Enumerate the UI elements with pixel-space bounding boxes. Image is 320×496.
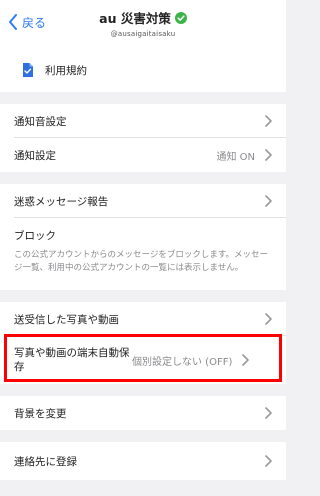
change-background-row[interactable]: 背景を変更 (0, 396, 286, 430)
account-id: @ausaigaitaisaku (110, 30, 176, 38)
title-block: au 災害対策 @ausaigaitaisaku (0, 8, 286, 38)
chevron-right-icon (265, 149, 272, 161)
notification-sound-row[interactable]: 通知音設定 (0, 104, 286, 138)
contacts-section: 連絡先に登録 (0, 442, 286, 480)
page-title: au 災害対策 (99, 11, 171, 26)
document-icon (23, 63, 33, 77)
safety-section: 迷惑メッセージ報告 ブロック この公式アカウントからのメッセージをブロックします… (0, 184, 286, 290)
background-section: 背景を変更 (0, 396, 286, 430)
sent-received-media-label: 送受信した写真や動画 (14, 313, 119, 326)
block-description: この公式アカウントからのメッセージをブロックします。メッセージ一覧、利用中の公式… (14, 250, 268, 273)
chevron-right-icon (265, 115, 272, 127)
notification-settings-row[interactable]: 通知設定 通知 ON (0, 138, 286, 172)
media-section: 送受信した写真や動画 写真や動画の端末自動保存 個別設定しない (OFF) (0, 302, 286, 384)
block-title: ブロック (14, 230, 56, 242)
add-to-contacts-label: 連絡先に登録 (14, 455, 77, 468)
notifications-section: 通知音設定 通知設定 通知 ON (0, 104, 286, 172)
add-to-contacts-row[interactable]: 連絡先に登録 (0, 442, 286, 480)
spam-report-label: 迷惑メッセージ報告 (14, 195, 109, 208)
sent-received-media-row[interactable]: 送受信した写真や動画 (0, 302, 286, 336)
terms-section: 利用規約 (0, 48, 286, 92)
chevron-right-icon (265, 455, 272, 467)
verified-check-icon (174, 11, 187, 24)
notification-settings-value: 通知 ON (216, 151, 255, 163)
terms-row[interactable]: 利用規約 (0, 48, 286, 92)
media-autosave-label: 写真や動画の端末自動保存 (14, 347, 130, 373)
change-background-label: 背景を変更 (14, 407, 67, 420)
chevron-right-icon (265, 313, 272, 325)
notification-settings-label: 通知設定 (14, 149, 56, 162)
spam-report-row[interactable]: 迷惑メッセージ報告 (0, 184, 286, 218)
block-row[interactable]: ブロック この公式アカウントからのメッセージをブロックします。メッセージ一覧、利… (0, 218, 286, 275)
media-autosave-value: 個別設定しない (OFF) (132, 356, 233, 368)
terms-label: 利用規約 (45, 64, 87, 77)
chevron-right-icon (242, 354, 250, 366)
divider (14, 217, 286, 218)
chevron-right-icon (265, 407, 272, 419)
chevron-right-icon (265, 195, 272, 207)
media-autosave-row[interactable]: 写真や動画の端末自動保存 個別設定しない (OFF) (0, 336, 286, 384)
header: 戻る au 災害対策 @ausaigaitaisaku (0, 0, 286, 48)
notification-sound-label: 通知音設定 (14, 115, 67, 128)
